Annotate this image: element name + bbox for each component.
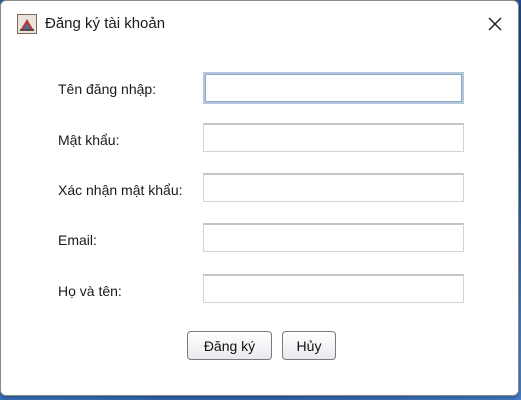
confirm-password-label: Xác nhận mật khẩu: xyxy=(58,182,183,198)
java-coffee-cup-icon xyxy=(17,14,37,34)
password-label: Mật khẩu: xyxy=(58,132,120,148)
username-input[interactable] xyxy=(203,72,464,104)
register-button[interactable]: Đăng ký xyxy=(187,331,272,360)
cancel-button[interactable]: Hủy xyxy=(282,331,336,360)
confirm-password-input[interactable] xyxy=(203,173,464,202)
password-input[interactable] xyxy=(203,123,464,152)
fullname-input[interactable] xyxy=(203,274,464,303)
fullname-label: Họ và tên: xyxy=(58,283,122,299)
email-label: Email: xyxy=(58,232,97,248)
email-input[interactable] xyxy=(203,223,464,252)
register-dialog: Đăng ký tài khoản Tên đăng nhập: Mật khẩ… xyxy=(0,0,519,396)
form-panel: Tên đăng nhập: Mật khẩu: Xác nhận mật kh… xyxy=(1,47,518,395)
close-icon xyxy=(488,17,502,31)
username-label: Tên đăng nhập: xyxy=(58,81,157,97)
close-button[interactable] xyxy=(472,1,518,47)
window-title: Đăng ký tài khoản xyxy=(45,15,166,32)
title-bar[interactable]: Đăng ký tài khoản xyxy=(1,1,518,47)
